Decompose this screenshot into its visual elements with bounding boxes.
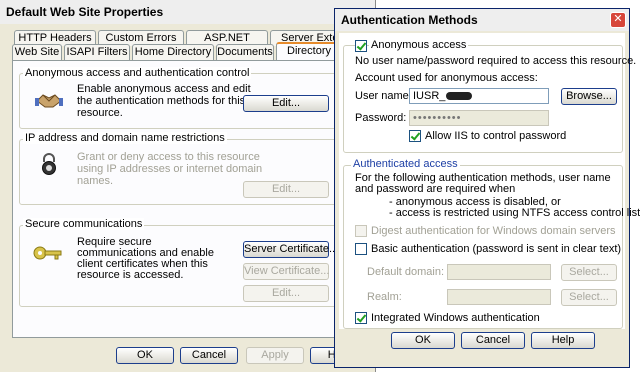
digest-auth-label: Digest authentication for Windows domain…: [371, 225, 616, 237]
dialog-ok-button[interactable]: OK: [391, 332, 455, 349]
realm-label: Realm:: [367, 291, 402, 303]
secure-communications-group-title: Secure communications: [23, 218, 145, 230]
username-label: User name:: [355, 90, 412, 102]
password-input[interactable]: ••••••••••: [409, 110, 549, 126]
default-domain-label: Default domain:: [367, 266, 445, 278]
dialog-title: Authentication Methods: [335, 9, 629, 31]
view-certificate-button[interactable]: View Certificate...: [243, 263, 329, 280]
tab-isapi-filters[interactable]: ISAPI Filters: [64, 44, 130, 60]
lock-icon: [39, 153, 59, 178]
ip-edit-button[interactable]: Edit...: [243, 181, 329, 198]
allow-iis-checkbox[interactable]: [409, 130, 421, 142]
tab-panel: Anonymous access and authentication cont…: [12, 60, 376, 338]
anonymous-note: No user name/password required to access…: [355, 55, 637, 67]
authenticated-bullet-2: - access is restricted using NTFS access…: [389, 207, 640, 219]
account-heading: Account used for anonymous access:: [355, 72, 538, 84]
window-title: Default Web Site Properties: [0, 0, 375, 24]
anonymous-access-checkbox[interactable]: [355, 40, 367, 52]
ip-restrictions-description: Grant or deny access to this resource us…: [77, 151, 263, 187]
username-value: IUSR_: [413, 90, 446, 102]
basic-auth-label: Basic authentication (password is sent i…: [371, 243, 622, 255]
secure-communications-description: Require secure communications and enable…: [77, 236, 214, 281]
default-domain-input[interactable]: [447, 264, 551, 280]
apply-button[interactable]: Apply: [246, 347, 304, 364]
redacted-mark: [446, 92, 473, 101]
site-properties-window: Default Web Site Properties HTTP Headers…: [0, 0, 376, 372]
anonymous-access-group-title: Anonymous access and authentication cont…: [23, 67, 252, 79]
ip-restrictions-group-title: IP address and domain name restrictions: [23, 132, 227, 144]
username-input[interactable]: IUSR_: [409, 88, 549, 104]
cancel-button[interactable]: Cancel: [180, 347, 238, 364]
browse-button[interactable]: Browse...: [561, 88, 617, 105]
allow-iis-label: Allow IIS to control password: [425, 130, 567, 142]
anonymous-access-description: Enable anonymous access and edit the aut…: [77, 83, 251, 119]
realm-select-button[interactable]: Select...: [561, 289, 617, 306]
password-label: Password:: [355, 112, 407, 124]
dialog-cancel-button[interactable]: Cancel: [461, 332, 525, 349]
realm-input[interactable]: [447, 289, 551, 305]
close-icon[interactable]: ✕: [610, 12, 626, 28]
tab-home-directory[interactable]: Home Directory: [132, 44, 214, 60]
digest-auth-checkbox[interactable]: [355, 225, 367, 237]
integrated-windows-label: Integrated Windows authentication: [371, 312, 540, 324]
integrated-windows-checkbox[interactable]: [355, 312, 367, 324]
tab-documents[interactable]: Documents: [216, 44, 274, 60]
dialog-help-button[interactable]: Help: [531, 332, 595, 349]
anonymous-access-label: Anonymous access: [369, 39, 469, 51]
secure-edit-button[interactable]: Edit...: [243, 285, 329, 302]
server-certificate-button[interactable]: Server Certificate...: [243, 241, 338, 258]
authenticated-access-title: Authenticated access: [351, 158, 460, 170]
anonymous-edit-button[interactable]: Edit...: [243, 95, 329, 112]
basic-auth-checkbox[interactable]: [355, 243, 367, 255]
dialog-body: Anonymous access No user name/password r…: [339, 33, 640, 329]
default-domain-select-button[interactable]: Select...: [561, 264, 617, 281]
ok-button[interactable]: OK: [116, 347, 174, 364]
tab-web-site[interactable]: Web Site: [12, 44, 62, 60]
key-icon: [33, 245, 63, 264]
handshake-icon: [35, 89, 63, 114]
authentication-methods-dialog: Authentication Methods ✕ Anonymous acces…: [334, 8, 640, 368]
authenticated-description: For the following authentication methods…: [355, 172, 611, 195]
